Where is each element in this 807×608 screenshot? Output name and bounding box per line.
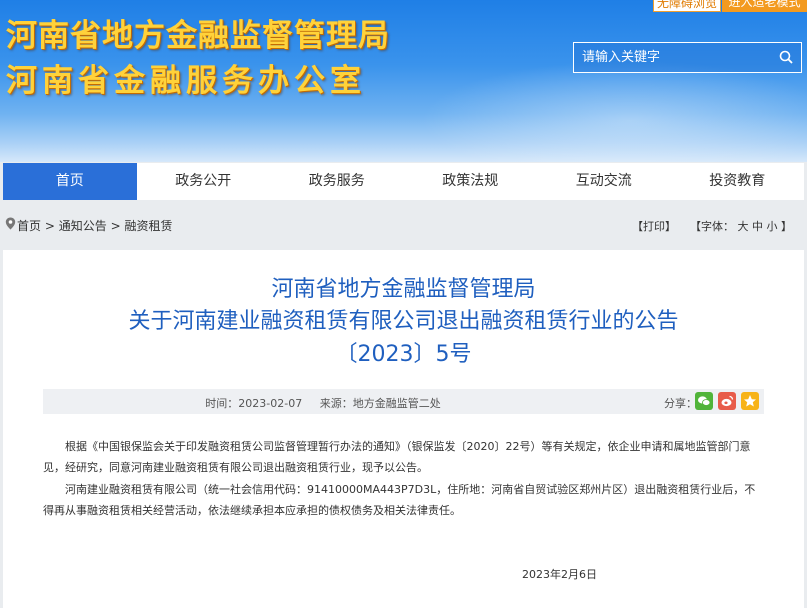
search-icon[interactable] [779, 50, 793, 64]
site-title-line1: 河南省地方金融监督管理局 [6, 18, 390, 54]
breadcrumb-home[interactable]: 首页 [17, 219, 41, 233]
breadcrumb-bar: 首页 > 通知公告 > 融资租赁 【打印】 【字体： 大 中 小 】 [3, 210, 804, 238]
article-title-line1: 河南省地方金融监督管理局 [271, 277, 536, 302]
font-size-medium-button[interactable]: 中 [752, 220, 763, 233]
nav-item-policies[interactable]: 政策法规 [404, 163, 538, 200]
article-info: 时间：2023-02-07 来源：地方金融监管二处 [43, 395, 603, 411]
source-label: 来源： [319, 397, 353, 410]
article-title-line3: 〔2023〕5号 [335, 342, 472, 367]
nav-item-government-services[interactable]: 政务服务 [270, 163, 404, 200]
elderly-mode-button[interactable]: 进入适老模式 [722, 0, 807, 12]
article-content: 河南省地方金融监督管理局 关于河南建业融资租赁有限公司退出融资租赁行业的公告 〔… [3, 250, 804, 608]
article-paragraph: 根据《中国银保监会关于印发融资租赁公司监督管理暂行办法的通知》（银保监发〔202… [43, 440, 751, 474]
nav-item-interaction[interactable]: 互动交流 [537, 163, 671, 200]
page-tools: 【打印】 【字体： 大 中 小 】 [632, 218, 792, 234]
share-label: 分享： [664, 397, 697, 410]
article-meta: 时间：2023-02-07 来源：地方金融监管二处 分享： [43, 389, 764, 414]
nav-item-investor-education[interactable]: 投资教育 [671, 163, 805, 200]
print-button[interactable]: 【打印】 [632, 220, 676, 233]
breadcrumb-separator: > [110, 219, 121, 233]
publish-time: 2023-02-07 [238, 397, 303, 410]
page: 河南省地方金融监督管理局 河南省金融服务办公室 无障碍浏览 进入适老模式 首页 … [0, 0, 807, 608]
nav-item-home[interactable]: 首页 [3, 163, 137, 200]
font-size-label: 【字体： [690, 220, 734, 233]
qzone-share-icon[interactable] [741, 392, 759, 410]
banner-glow [420, 60, 807, 162]
breadcrumb: 首页 > 通知公告 > 融资租赁 [17, 217, 172, 234]
main-nav: 首页 政务公开 政务服务 政策法规 互动交流 投资教育 [3, 163, 804, 200]
breadcrumb-notices[interactable]: 通知公告 [59, 219, 107, 233]
weibo-share-icon[interactable] [718, 392, 736, 410]
article-paragraph: 河南建业融资租赁有限公司（统一社会信用代码：91410000MA443P7D3L… [43, 483, 756, 517]
search-input[interactable] [582, 43, 772, 72]
font-size-small-button[interactable]: 小 [767, 220, 778, 233]
article-sign-date: 2023年2月6日 [522, 568, 597, 581]
article-title-line2: 关于河南建业融资租赁有限公司退出融资租赁行业的公告 [128, 309, 679, 334]
wechat-share-icon[interactable] [695, 392, 713, 410]
font-size-large-button[interactable]: 大 [738, 220, 749, 233]
breadcrumb-separator: > [44, 219, 55, 233]
breadcrumb-finance-leasing[interactable]: 融资租赁 [124, 219, 172, 233]
site-title-line2: 河南省金融服务办公室 [6, 63, 366, 99]
accessibility-button[interactable]: 无障碍浏览 [653, 0, 721, 12]
location-pin-icon [5, 217, 16, 230]
font-size-close-bracket: 】 [781, 220, 792, 233]
search-box [573, 42, 802, 73]
header-banner: 河南省地方金融监督管理局 河南省金融服务办公室 无障碍浏览 进入适老模式 [0, 0, 807, 162]
time-label: 时间： [205, 397, 239, 410]
nav-item-government-affairs[interactable]: 政务公开 [137, 163, 271, 200]
article-source: 地方金融监管二处 [352, 397, 441, 410]
